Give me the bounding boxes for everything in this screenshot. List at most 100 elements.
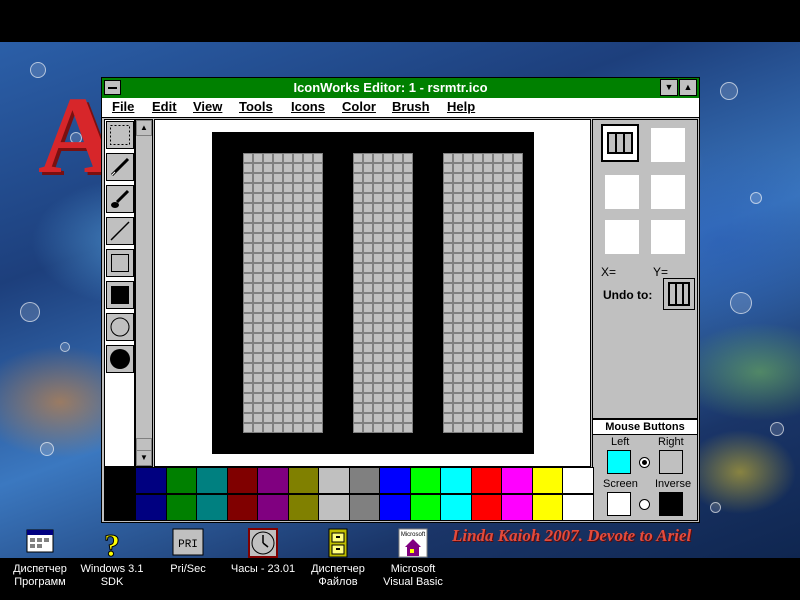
pixel-cell[interactable] — [383, 213, 393, 223]
pixel-cell[interactable] — [393, 283, 403, 293]
pixel-cell[interactable] — [243, 143, 253, 153]
pixel-cell[interactable] — [383, 203, 393, 213]
pixel-cell[interactable] — [523, 423, 533, 433]
pixel-cell[interactable] — [273, 213, 283, 223]
pixel-cell[interactable] — [403, 133, 413, 143]
pixel-cell[interactable] — [223, 413, 233, 423]
pixel-cell[interactable] — [453, 333, 463, 343]
pixel-cell[interactable] — [433, 293, 443, 303]
pixel-cell[interactable] — [303, 153, 313, 163]
pixel-cell[interactable] — [323, 343, 333, 353]
pixel-cell[interactable] — [513, 203, 523, 213]
pixel-cell[interactable] — [273, 403, 283, 413]
pixel-cell[interactable] — [483, 433, 493, 443]
pixel-cell[interactable] — [283, 273, 293, 283]
pixel-cell[interactable] — [233, 193, 243, 203]
pixel-cell[interactable] — [363, 353, 373, 363]
title-bar[interactable]: IconWorks Editor: 1 - rsrmtr.ico ▼ ▲ — [102, 78, 699, 98]
pixel-cell[interactable] — [263, 183, 273, 193]
pixel-cell[interactable] — [433, 133, 443, 143]
pixel-cell[interactable] — [283, 183, 293, 193]
pixel-cell[interactable] — [323, 183, 333, 193]
pixel-cell[interactable] — [473, 173, 483, 183]
pixel-cell[interactable] — [383, 293, 393, 303]
pixel-cell[interactable] — [283, 443, 293, 453]
pixel-cell[interactable] — [353, 233, 363, 243]
pixel-cell[interactable] — [213, 293, 223, 303]
pixel-cell[interactable] — [413, 313, 423, 323]
pixel-cell[interactable] — [453, 413, 463, 423]
pixel-cell[interactable] — [213, 283, 223, 293]
pixel-cell[interactable] — [213, 353, 223, 363]
pixel-cell[interactable] — [493, 193, 503, 203]
pixel-cell[interactable] — [513, 393, 523, 403]
pixel-cell[interactable] — [293, 343, 303, 353]
pixel-cell[interactable] — [283, 303, 293, 313]
menu-help[interactable]: Help — [447, 99, 475, 114]
pixel-cell[interactable] — [253, 133, 263, 143]
pixel-cell[interactable] — [233, 263, 243, 273]
pixel-cell[interactable] — [283, 233, 293, 243]
pixel-cell[interactable] — [473, 373, 483, 383]
pixel-cell[interactable] — [263, 283, 273, 293]
pixel-cell[interactable] — [353, 143, 363, 153]
pixel-cell[interactable] — [263, 383, 273, 393]
pixel-cell[interactable] — [513, 243, 523, 253]
pixel-cell[interactable] — [523, 233, 533, 243]
pixel-cell[interactable] — [393, 293, 403, 303]
pixel-cell[interactable] — [223, 263, 233, 273]
pixel-cell[interactable] — [293, 143, 303, 153]
pixel-cell[interactable] — [253, 383, 263, 393]
pixel-cell[interactable] — [263, 413, 273, 423]
pixel-cell[interactable] — [483, 383, 493, 393]
pixel-cell[interactable] — [333, 213, 343, 223]
palette-color-cell[interactable] — [348, 467, 380, 494]
pixel-cell[interactable] — [423, 293, 433, 303]
pixel-cell[interactable] — [493, 353, 503, 363]
pixel-cell[interactable] — [423, 243, 433, 253]
pixel-cell[interactable] — [353, 293, 363, 303]
pixel-cell[interactable] — [393, 223, 403, 233]
pixel-cell[interactable] — [333, 353, 343, 363]
pixel-cell[interactable] — [333, 383, 343, 393]
pixel-cell[interactable] — [523, 153, 533, 163]
pixel-cell[interactable] — [233, 443, 243, 453]
palette-color-cell[interactable] — [287, 467, 319, 494]
pixel-cell[interactable] — [353, 383, 363, 393]
pixel-cell[interactable] — [513, 263, 523, 273]
pixel-cell[interactable] — [313, 133, 323, 143]
pixel-cell[interactable] — [453, 283, 463, 293]
pixel-cell[interactable] — [513, 163, 523, 173]
preview-slot-6[interactable] — [651, 220, 685, 254]
pixel-cell[interactable] — [483, 423, 493, 433]
pixel-cell[interactable] — [253, 423, 263, 433]
pixel-cell[interactable] — [463, 263, 473, 273]
pixel-cell[interactable] — [353, 413, 363, 423]
pixel-cell[interactable] — [213, 433, 223, 443]
pixel-cell[interactable] — [303, 373, 313, 383]
pixel-cell[interactable] — [403, 263, 413, 273]
pixel-cell[interactable] — [423, 353, 433, 363]
palette-color-cell[interactable] — [470, 467, 502, 494]
filled-rectangle-tool[interactable] — [106, 281, 134, 309]
pixel-cell[interactable] — [333, 133, 343, 143]
pixel-cell[interactable] — [233, 343, 243, 353]
pixel-cell[interactable] — [383, 163, 393, 173]
pixel-cell[interactable] — [233, 143, 243, 153]
pixel-cell[interactable] — [463, 193, 473, 203]
pixel-cell[interactable] — [413, 443, 423, 453]
pixel-cell[interactable] — [443, 193, 453, 203]
pixel-cell[interactable] — [373, 313, 383, 323]
pixel-cell[interactable] — [273, 443, 283, 453]
pixel-cell[interactable] — [433, 193, 443, 203]
pixel-cell[interactable] — [473, 403, 483, 413]
preview-slot-2[interactable] — [651, 128, 685, 162]
pixel-cell[interactable] — [313, 193, 323, 203]
pixel-cell[interactable] — [253, 223, 263, 233]
pixel-cell[interactable] — [333, 313, 343, 323]
pixel-cell[interactable] — [233, 403, 243, 413]
pixel-cell[interactable] — [473, 423, 483, 433]
pixel-cell[interactable] — [483, 333, 493, 343]
pixel-cell[interactable] — [253, 323, 263, 333]
pixel-cell[interactable] — [413, 253, 423, 263]
